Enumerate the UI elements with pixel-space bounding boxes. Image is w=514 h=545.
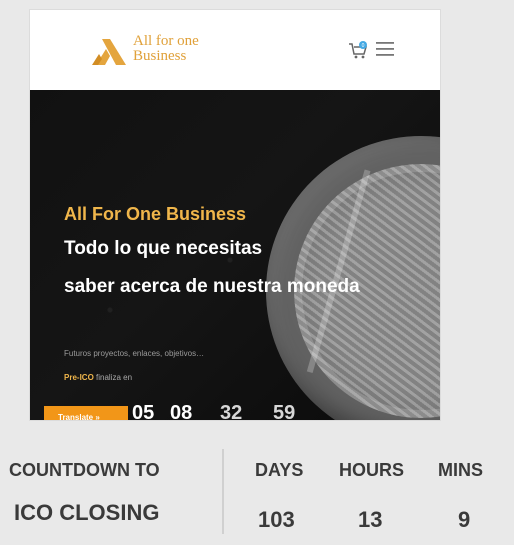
countdown-title-line-2: ICO CLOSING <box>14 500 160 525</box>
preico-label: Pre-ICO <box>64 373 94 382</box>
menu-icon[interactable] <box>376 41 394 57</box>
hero-timer-value: 32 <box>220 402 243 420</box>
site-header: All for one Business 0 <box>30 10 440 90</box>
brand-name: All for one Business <box>133 34 199 64</box>
business-logo-icon <box>92 39 126 65</box>
translate-button[interactable]: Translate » <box>44 406 128 420</box>
hero-heading: All For One Business <box>64 204 247 224</box>
countdown-divider <box>222 449 224 534</box>
days-value: 103 <box>258 507 295 532</box>
hero-banner: All For One Business Todo lo que necesit… <box>30 90 440 420</box>
coin-graphic <box>245 115 440 420</box>
hours-value: 13 <box>358 507 383 532</box>
cart-icon[interactable]: 0 <box>348 40 368 60</box>
svg-text:0: 0 <box>362 43 365 49</box>
mins-label: MINS <box>438 460 483 480</box>
hero-subtext: Futuros proyectos, enlaces, objetivos… <box>64 349 205 358</box>
mins-value: 9 <box>458 507 471 532</box>
hero-timer-value: 08 <box>170 402 193 420</box>
hero-line-2: saber acerca de nuestra moneda <box>64 276 360 297</box>
preico-notice: Pre-ICO finaliza en <box>64 373 132 382</box>
hours-label: HOURS <box>339 460 405 480</box>
days-label: DAYS <box>255 460 304 480</box>
preico-rest: finaliza en <box>93 373 133 382</box>
countdown-title-line-1: COUNTDOWN TO <box>9 460 160 480</box>
hero-timer-value: 59 <box>273 402 296 420</box>
brand-line-1: All for one <box>133 33 199 49</box>
hero-line-1: Todo lo que necesitas <box>64 238 263 259</box>
hero-timer-value: 05 <box>132 402 155 420</box>
brand-line-2: Business <box>133 48 187 64</box>
website-preview-card: All for one Business 0 All For One Busin… <box>30 10 440 420</box>
